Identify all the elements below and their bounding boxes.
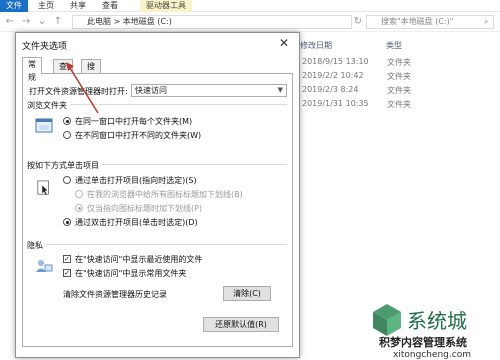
column-type[interactable]: 类型 [386, 40, 402, 51]
click-sub2-label[interactable]: 仅当指向图标标题时加下划线(P) [87, 203, 202, 214]
row-type: 文件夹 [387, 85, 411, 96]
click-title: 按如下方式单击项目 [27, 160, 102, 171]
forward-icon[interactable]: → [20, 15, 32, 29]
window-icon [35, 118, 53, 134]
browse-group [29, 104, 287, 154]
row-date: 2019/2/3 8:24 [302, 85, 358, 94]
search-placeholder: 搜索"本地磁盘 (C:)" [381, 17, 453, 26]
address-path: 此电脑 > 本地磁盘 (C:) [87, 17, 172, 26]
clear-button[interactable]: 清除(C) [223, 286, 271, 301]
search-icon[interactable]: ⌕ [484, 17, 488, 27]
browse-opt2-label[interactable]: 在不同窗口中打开不同的文件夹(W) [75, 130, 201, 141]
watermark-brand: 系统城 [407, 309, 467, 333]
browse-opt1-label[interactable]: 在同一窗口中打开每个文件夹(M) [75, 116, 192, 127]
radio-underline-all[interactable] [75, 190, 83, 198]
radio-underline-hover[interactable] [75, 204, 83, 212]
tab-search[interactable]: 搜索 [81, 59, 101, 73]
click-sub1-label[interactable]: 在我的浏览器中给所有图标标题加下划线(B) [87, 189, 243, 200]
folder-options-dialog: 文件夹选项 ✕ 常规 查看 搜索 打开文件资源管理器时打开: 快速访问 ▼ 浏览… [15, 32, 300, 358]
chevron-down-icon[interactable]: ⌄ [36, 15, 48, 29]
radio-single-click[interactable] [63, 176, 71, 184]
ribbon-tab-file[interactable]: 文件 [0, 0, 28, 12]
ribbon: 文件 主页 共享 查看 驱动器工具 [0, 0, 500, 12]
open-select[interactable]: 快速访问 ▼ [131, 84, 287, 97]
radio-new-window[interactable] [63, 131, 71, 139]
ribbon-tab-view[interactable]: 查看 [96, 0, 124, 12]
row-date: 2018/9/15 13:10 [302, 57, 369, 66]
address-bar[interactable]: 此电脑 > 本地磁盘 (C:) [72, 15, 352, 29]
dialog-title: 文件夹选项 [22, 39, 67, 52]
column-date[interactable]: 修改日期 [300, 40, 332, 51]
browse-title: 浏览文件夹 [27, 100, 70, 111]
ribbon-tab-drive-tools[interactable]: 驱动器工具 [140, 0, 192, 12]
chevron-down-icon: ▼ [278, 85, 283, 96]
back-icon[interactable]: ← [4, 15, 16, 29]
up-icon[interactable]: ↑ [52, 15, 64, 29]
watermark-logo: 系统城 积梦内容管理系统 xitongcheng.com [365, 298, 500, 360]
row-type: 文件夹 [387, 71, 411, 82]
close-icon[interactable]: ✕ [277, 36, 291, 50]
row-type: 文件夹 [387, 57, 411, 68]
row-type: 文件夹 [387, 99, 411, 110]
checkbox-recent-files[interactable]: ✓ [63, 255, 71, 263]
watermark-line1: 积梦内容管理系统 [379, 335, 467, 349]
radio-double-click[interactable] [63, 218, 71, 226]
open-label: 打开文件资源管理器时打开: [29, 86, 128, 97]
privacy-title: 隐私 [27, 240, 46, 251]
address-row: ← → ⌄ ↑ 此电脑 > 本地磁盘 (C:) ↻ 搜索"本地磁盘 (C:)" … [0, 12, 500, 32]
restore-defaults-button[interactable]: 还原默认值(R) [203, 317, 279, 332]
ribbon-tab-share[interactable]: 共享 [64, 0, 92, 12]
general-panel: 打开文件资源管理器时打开: 快速访问 ▼ 浏览文件夹 在同一窗口中打开每个文件夹… [22, 73, 293, 347]
clear-history-label: 清除文件资源管理器历史记录 [63, 289, 167, 300]
row-date: 2019/1/31 10:35 [302, 99, 369, 108]
row-date: 2019/2/2 10:42 [302, 71, 364, 80]
cursor-document-icon [35, 180, 53, 196]
open-select-value: 快速访问 [135, 86, 167, 95]
search-input[interactable]: 搜索"本地磁盘 (C:)" [366, 15, 494, 29]
tab-view[interactable]: 查看 [53, 59, 73, 73]
checkbox-frequent-folders[interactable]: ✓ [63, 269, 71, 277]
refresh-icon[interactable]: ↻ [352, 15, 364, 29]
click-opt2-label[interactable]: 通过双击打开项目(单击时选定)(D) [75, 217, 198, 228]
privacy-icon [35, 258, 53, 274]
privacy-chk1-label[interactable]: 在"快速访问"中显示最近使用的文件 [75, 254, 202, 265]
watermark-line2: xitongcheng.com [393, 350, 471, 360]
radio-same-window[interactable] [63, 117, 71, 125]
click-opt1-label[interactable]: 通过单击打开项目(指向时选定)(S) [75, 175, 197, 186]
privacy-chk2-label[interactable]: 在"快速访问"中显示常用文件夹 [75, 268, 186, 279]
tab-general[interactable]: 常规 [22, 57, 42, 74]
ribbon-tab-home[interactable]: 主页 [32, 0, 60, 12]
